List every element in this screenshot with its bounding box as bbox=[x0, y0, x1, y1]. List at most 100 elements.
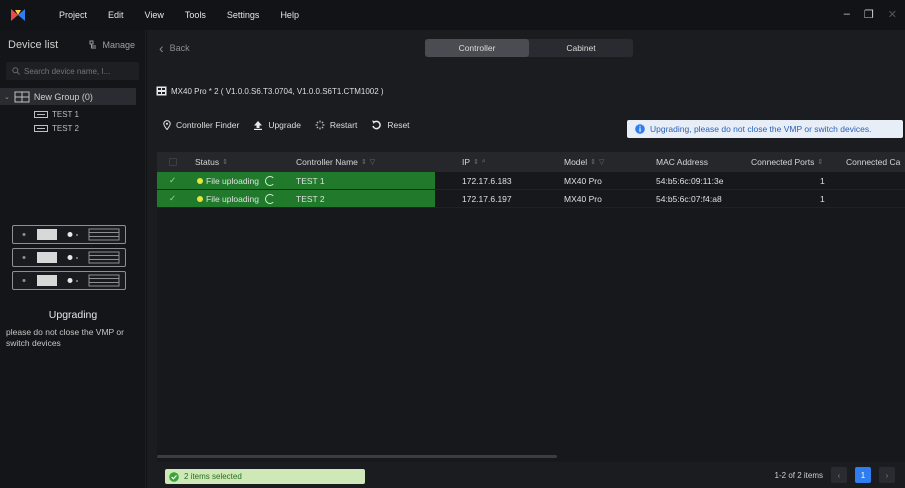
upgrading-description: please do not close the VMP or switch de… bbox=[6, 327, 124, 348]
menu-project[interactable]: Project bbox=[59, 10, 87, 20]
status-text: File uploading bbox=[206, 193, 259, 204]
menu-settings[interactable]: Settings bbox=[227, 10, 260, 20]
maximize-icon[interactable]: ❐ bbox=[864, 8, 874, 21]
chevron-left-icon: ‹ bbox=[159, 40, 164, 56]
upgrade-notice: Upgrading, please do not close the VMP o… bbox=[627, 120, 903, 138]
upload-icon bbox=[254, 121, 263, 130]
device-search bbox=[6, 62, 139, 80]
name-cell: TEST 2 bbox=[296, 193, 325, 204]
ip-cell: 172.17.6.183 bbox=[462, 175, 512, 186]
menu-edit[interactable]: Edit bbox=[108, 10, 124, 20]
page-button[interactable]: 1 bbox=[855, 467, 871, 483]
menu-help[interactable]: Help bbox=[280, 10, 299, 20]
column-label: Connected Ports bbox=[751, 157, 815, 167]
table-row[interactable]: ✓ File uploading TEST 2 172.17.6.197 MX4… bbox=[157, 190, 905, 208]
sidebar-title: Device list bbox=[8, 39, 59, 51]
rack-unit bbox=[12, 225, 126, 244]
controller-finder-label: Controller Finder bbox=[176, 120, 240, 130]
column-cabinets: Connected Ca bbox=[846, 157, 901, 167]
column-label: Status bbox=[195, 157, 220, 167]
column-ip[interactable]: IP ⇕ ⌕ bbox=[462, 152, 486, 172]
row-checkbox[interactable]: ✓ bbox=[169, 172, 176, 189]
sort-icon[interactable]: ⇕ bbox=[222, 158, 228, 166]
controller-icon bbox=[34, 124, 48, 132]
status-dot-icon bbox=[197, 195, 203, 202]
search-input[interactable] bbox=[24, 66, 134, 76]
column-status[interactable]: Status ⇕ bbox=[195, 152, 228, 172]
group-new[interactable]: ⌄ New Group (0) bbox=[0, 88, 136, 105]
upgrade-button[interactable]: Upgrade bbox=[253, 120, 301, 130]
filter-icon[interactable]: ▽ bbox=[599, 158, 604, 166]
horizontal-scrollbar[interactable] bbox=[157, 455, 557, 458]
column-name[interactable]: Controller Name ⇕ ▽ bbox=[296, 152, 375, 172]
mac-cell: 54:b5:6c:07:f4:a8 bbox=[656, 193, 722, 204]
menu-view[interactable]: View bbox=[145, 10, 164, 20]
table-row[interactable]: ✓ File uploading TEST 1 172.17.6.183 MX4… bbox=[157, 172, 905, 190]
tab-controller[interactable]: Controller bbox=[425, 39, 529, 57]
status-text: File uploading bbox=[206, 175, 259, 186]
device-title: MX40 Pro * 2 ( V1.0.0.S6.T3.0704, V1.0.0… bbox=[156, 86, 384, 96]
selection-badge: 2 items selected bbox=[165, 469, 365, 484]
column-ports[interactable]: Connected Ports ⇕ bbox=[751, 152, 823, 172]
info-icon bbox=[635, 124, 645, 134]
upgrading-title: Upgrading bbox=[48, 309, 98, 321]
controller-table: Status ⇕ Controller Name ⇕ ▽ IP ⇕ ⌕ Mode… bbox=[157, 152, 905, 462]
toolbar: Controller Finder Upgrade Restart Reset bbox=[163, 120, 410, 130]
select-all-checkbox[interactable] bbox=[169, 152, 177, 172]
sort-icon[interactable]: ⇕ bbox=[817, 158, 823, 166]
upgrade-label: Upgrade bbox=[268, 120, 301, 130]
location-pin-icon bbox=[163, 120, 171, 130]
notice-text: Upgrading, please do not close the VMP o… bbox=[650, 124, 872, 134]
sort-icon[interactable]: ⇕ bbox=[590, 158, 596, 166]
column-label: IP bbox=[462, 157, 471, 167]
ports-cell: 1 bbox=[820, 175, 825, 186]
restart-icon bbox=[315, 120, 325, 130]
manage-button[interactable]: Manage bbox=[89, 40, 135, 50]
pagination: 1-2 of 2 items ‹ 1 › bbox=[775, 467, 895, 483]
controller-finder-button[interactable]: Controller Finder bbox=[163, 120, 239, 130]
mac-cell: 54:b5:6c:09:11:3e bbox=[656, 175, 724, 186]
selection-text: 2 items selected bbox=[184, 472, 242, 481]
column-model[interactable]: Model ⇕ ▽ bbox=[564, 152, 604, 172]
column-label: Model bbox=[564, 157, 588, 167]
loading-spinner-icon bbox=[264, 193, 275, 204]
device-item[interactable]: TEST 2 bbox=[0, 121, 145, 135]
sort-icon[interactable]: ⇕ bbox=[361, 158, 367, 166]
sidebar-header: Device list Manage bbox=[0, 30, 145, 60]
minimize-icon[interactable]: – bbox=[844, 8, 850, 21]
column-label: Controller Name bbox=[296, 157, 358, 167]
device-item[interactable]: TEST 1 bbox=[0, 107, 145, 121]
close-icon[interactable]: ✕ bbox=[888, 8, 897, 21]
reset-button[interactable]: Reset bbox=[371, 120, 410, 130]
restart-button[interactable]: Restart bbox=[315, 120, 357, 130]
back-button[interactable]: ‹ Back bbox=[159, 40, 190, 56]
upgrading-illustration-icon bbox=[12, 225, 130, 294]
reset-icon bbox=[372, 120, 382, 130]
tab-cabinet[interactable]: Cabinet bbox=[529, 39, 633, 57]
table-header: Status ⇕ Controller Name ⇕ ▽ IP ⇕ ⌕ Mode… bbox=[157, 152, 905, 172]
group-label: New Group (0) bbox=[33, 91, 93, 102]
next-page-button[interactable]: › bbox=[879, 467, 895, 483]
menu-tools[interactable]: Tools bbox=[185, 10, 206, 20]
app-logo-icon bbox=[3, 0, 33, 30]
filter-icon[interactable]: ▽ bbox=[370, 158, 375, 166]
check-circle-icon bbox=[169, 471, 179, 482]
menu-bar: Project Edit View Tools Settings Help – … bbox=[0, 0, 905, 30]
loading-spinner-icon bbox=[264, 175, 275, 186]
status-cell: File uploading bbox=[197, 172, 275, 189]
manage-icon bbox=[89, 40, 97, 49]
row-checkbox[interactable]: ✓ bbox=[169, 190, 176, 207]
controller-icon bbox=[156, 86, 167, 96]
prev-page-button[interactable]: ‹ bbox=[831, 467, 847, 483]
status-dot-icon bbox=[197, 177, 203, 184]
pagination-range: 1-2 of 2 items bbox=[774, 470, 823, 480]
search-icon[interactable]: ⌕ bbox=[482, 158, 486, 166]
controller-icon bbox=[34, 110, 48, 118]
device-label: TEST 1 bbox=[52, 109, 79, 119]
rack-unit bbox=[12, 271, 126, 290]
rack-unit bbox=[12, 248, 126, 267]
restart-label: Restart bbox=[329, 120, 358, 130]
column-mac: MAC Address bbox=[656, 157, 708, 167]
window-controls: – ❐ ✕ bbox=[844, 8, 897, 21]
sort-icon[interactable]: ⇕ bbox=[473, 158, 479, 166]
